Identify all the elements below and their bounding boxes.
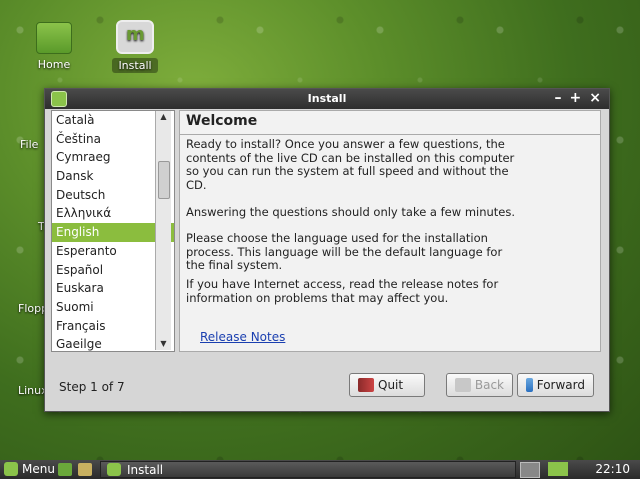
network-icon[interactable] xyxy=(520,462,540,478)
quit-label: Quit xyxy=(378,378,404,392)
welcome-panel: Welcome Ready to install? Once you answe… xyxy=(179,110,601,352)
install-window: Install – + × Català Čeština Cymraeg Dan… xyxy=(44,88,610,412)
forward-label: Forward xyxy=(536,378,585,392)
maximize-button[interactable]: + xyxy=(570,90,582,106)
wizard-footer: Step 1 of 7 Quit Back Forward xyxy=(45,355,609,411)
quick-launch xyxy=(58,463,92,476)
page-title: Welcome xyxy=(186,113,258,129)
duration-text: Answering the questions should only take… xyxy=(186,205,516,219)
back-label: Back xyxy=(474,378,504,392)
language-list-scrollbar[interactable]: ▲ ▼ xyxy=(155,111,171,350)
forward-arrow-icon xyxy=(526,378,533,392)
desktop-icon-label: Home xyxy=(37,58,71,71)
forward-button[interactable]: Forward xyxy=(517,373,594,397)
terminal-icon[interactable] xyxy=(78,463,92,476)
step-indicator: Step 1 of 7 xyxy=(59,380,125,394)
back-arrow-icon xyxy=(455,378,471,392)
window-titlebar[interactable]: Install – + × xyxy=(45,89,609,109)
mint-logo-icon xyxy=(107,463,121,476)
scrollbar-thumb[interactable] xyxy=(158,161,170,199)
close-button[interactable]: × xyxy=(589,90,601,106)
taskbar: Menu Install 22:10 xyxy=(0,460,640,479)
minimize-button[interactable]: – xyxy=(555,90,562,106)
mint-logo-icon xyxy=(4,462,18,476)
taskbar-item-label: Install xyxy=(127,462,164,477)
back-button[interactable]: Back xyxy=(446,373,513,397)
release-notes-link[interactable]: Release Notes xyxy=(200,330,285,344)
quit-button[interactable]: Quit xyxy=(349,373,425,397)
system-tray xyxy=(520,462,568,478)
mint-logo-icon xyxy=(116,20,154,54)
intro-text: Ready to install? Once you answer a few … xyxy=(186,137,515,192)
folder-icon xyxy=(36,22,72,54)
scroll-down-icon[interactable]: ▼ xyxy=(156,338,171,350)
battery-icon[interactable] xyxy=(548,462,568,476)
taskbar-item-install[interactable]: Install xyxy=(100,461,516,478)
menu-button[interactable]: Menu xyxy=(4,462,55,476)
desktop-icon-label: Install xyxy=(112,58,158,73)
show-desktop-icon[interactable] xyxy=(58,463,72,476)
window-title: Install xyxy=(307,92,347,105)
desktop-icon-home[interactable]: Home xyxy=(30,22,78,71)
clock[interactable]: 22:10 xyxy=(595,462,630,476)
title-divider xyxy=(180,134,600,135)
exit-door-icon xyxy=(358,378,374,392)
menu-label: Menu xyxy=(22,462,55,476)
scroll-up-icon[interactable]: ▲ xyxy=(156,111,171,123)
language-instruction-text: Please choose the language used for the … xyxy=(186,231,503,272)
desktop-icon-label-partial[interactable]: File xyxy=(20,138,38,151)
release-notes-text: If you have Internet access, read the re… xyxy=(186,277,499,305)
desktop-icon-install[interactable]: Install xyxy=(112,20,158,73)
